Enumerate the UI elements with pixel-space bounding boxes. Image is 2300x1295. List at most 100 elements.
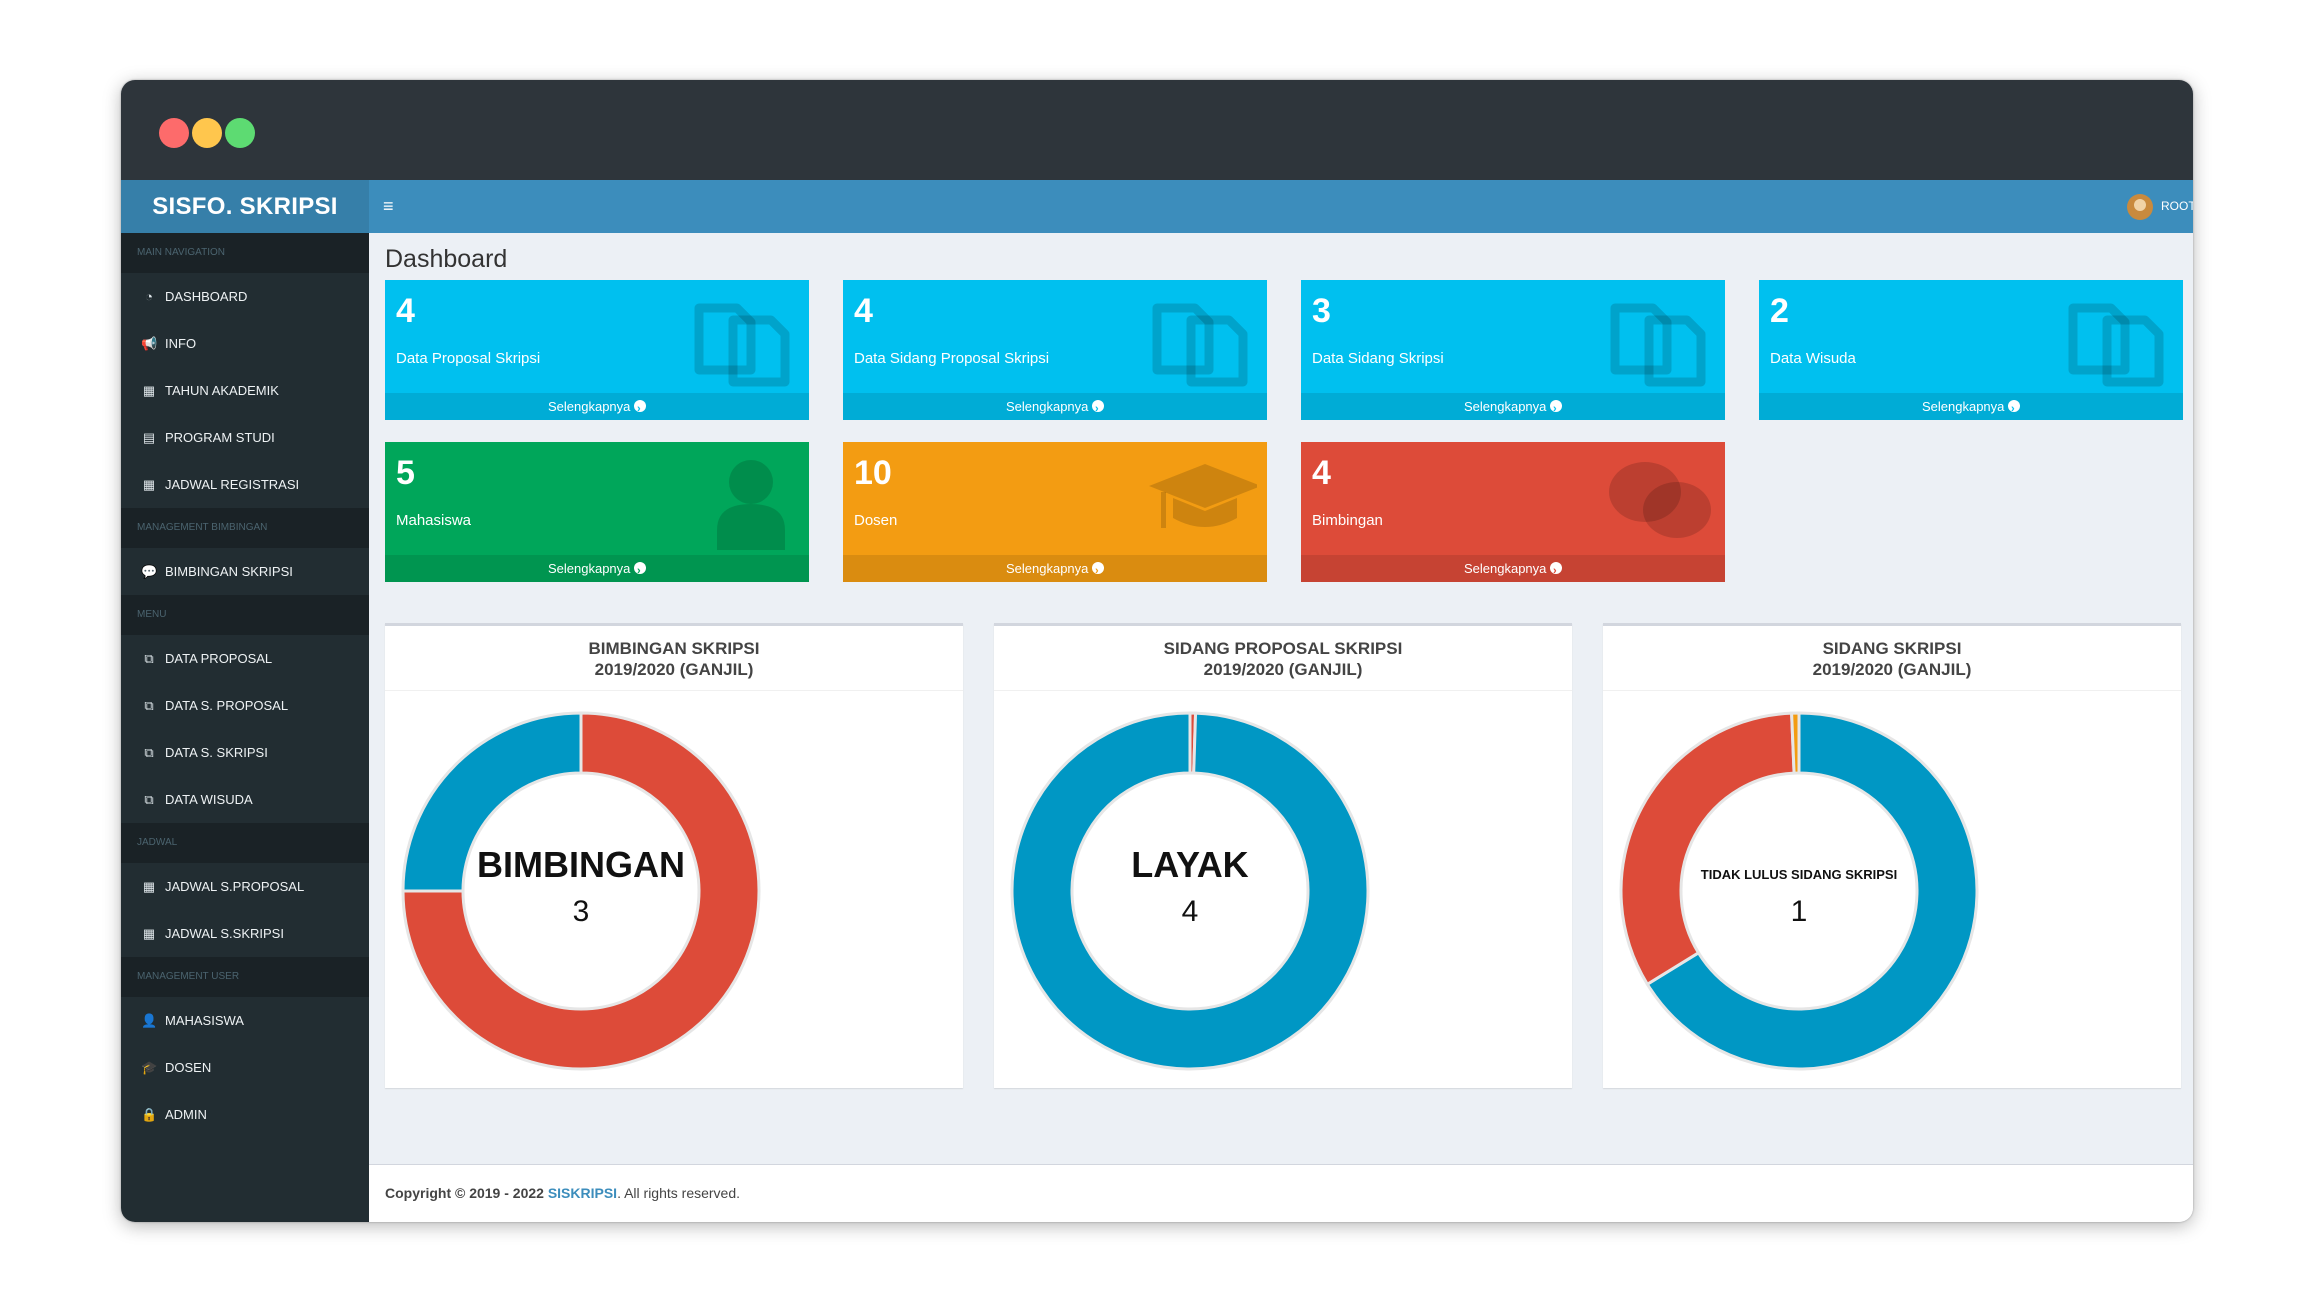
rights-text: . All rights reserved. — [617, 1185, 741, 1201]
page-title: Dashboard — [385, 245, 508, 273]
sidebar-item-data-wisuda[interactable]: ⧉ DATA WISUDA — [121, 776, 369, 823]
maximize-window-button[interactable] — [225, 118, 255, 148]
sidebar-item-label: INFO — [165, 336, 197, 351]
doughnut-hole — [1076, 777, 1304, 1005]
sidebar: SISFO. SKRIPSI MAIN NAVIGATION ◔ DASHBOARD… — [121, 180, 369, 1222]
sidebar-section-header: MAIN NAVIGATION — [121, 233, 369, 273]
sidebar-header-label: MENU — [137, 609, 167, 620]
stat-box-bimbingan: 4 Bimbingan Selengkapnya › — [1301, 442, 1725, 582]
calendar-icon: ▦ — [142, 879, 156, 894]
sidebar-item-admin[interactable]: 🔒 ADMIN — [121, 1091, 369, 1138]
stat-label: Dosen — [854, 512, 898, 529]
sidebar-item-label: JADWAL S.SKRIPSI — [165, 926, 284, 941]
sidebar-item-jadwal-s-proposal[interactable]: ▦ JADWAL S.PROPOSAL — [121, 863, 369, 910]
sidebar-item-label: JADWAL S.PROPOSAL — [165, 879, 305, 894]
chart-slice[interactable] — [1790, 711, 1801, 775]
sidebar-item-mahasiswa[interactable]: 👤 MAHASISWA — [121, 997, 369, 1044]
arrow-circle-right-icon: › — [1092, 400, 1105, 415]
footer-brand-link[interactable]: SISKRIPSI — [548, 1185, 617, 1201]
minimize-window-button[interactable] — [192, 118, 222, 148]
dashboard-icon: ◔ — [145, 289, 153, 304]
chart-center-label: LAYAK — [1131, 844, 1248, 885]
more-info-label: Selengkapnya — [547, 561, 631, 576]
more-info-link[interactable]: Selengkapnya › — [843, 555, 1267, 582]
stat-label: Data Proposal Skripsi — [396, 350, 541, 367]
chart-center-label: TIDAK LULUS SIDANG SKRIPSI — [1701, 867, 1897, 882]
more-info-link[interactable]: Selengkapnya › — [385, 555, 809, 582]
user-avatar[interactable] — [2127, 194, 2153, 220]
sidebar-item-jadwal-s-skripsi[interactable]: ▦ JADWAL S.SKRIPSI — [121, 910, 369, 957]
copy-icon: ⧉ — [144, 792, 154, 807]
sidebar-item-info[interactable]: 📢 INFO — [121, 320, 369, 367]
sidebar-item-label: PROGRAM STUDI — [165, 430, 275, 445]
list-icon: ▤ — [142, 430, 156, 445]
sidebar-item-label: JADWAL REGISTRASI — [165, 477, 300, 492]
sidebar-item-label: DATA WISUDA — [165, 792, 253, 807]
copy-icon: ⧉ — [144, 651, 154, 666]
stat-value: 3 — [1312, 292, 1331, 330]
close-window-button[interactable] — [159, 118, 189, 148]
more-info-label: Selengkapnya — [547, 399, 631, 414]
sidebar-item-tahun-akademik[interactable]: ▦ TAHUN AKADEMIK — [121, 367, 369, 414]
sidebar-item-data-s-proposal[interactable]: ⧉ DATA S. PROPOSAL — [121, 682, 369, 729]
copy-icon: ⧉ — [144, 698, 154, 713]
more-info-link[interactable]: Selengkapnya › — [1759, 393, 2183, 420]
user-name[interactable]: ROOT — [2161, 180, 2193, 233]
sidebar-section-header: MANAGEMENT USER — [121, 957, 369, 997]
copy-icon — [2063, 288, 2173, 388]
arrow-circle-right-icon: › — [2008, 400, 2021, 415]
more-info-label: Selengkapnya — [1463, 561, 1547, 576]
sidebar-header-label: MANAGEMENT BIMBINGAN — [137, 522, 268, 533]
sidebar-item-jadwal-registrasi[interactable]: ▦ JADWAL REGISTRASI — [121, 461, 369, 508]
sidebar-header-label: JADWAL — [137, 837, 178, 848]
stat-box-dosen: 10 Dosen Selengkapnya › — [843, 442, 1267, 582]
graduation-cap-icon — [1147, 450, 1261, 550]
chart-center-value: 4 — [1182, 895, 1199, 928]
chart-panel: BIMBINGAN SKRIPSI 2019/2020 (GANJIL) BIMBI… — [385, 623, 963, 1088]
graduation-cap-icon: 🎓 — [141, 1060, 158, 1075]
sidebar-item-data-proposal[interactable]: ⧉ DATA PROPOSAL — [121, 635, 369, 682]
stat-value: 4 — [396, 292, 415, 330]
doughnut-hole — [467, 777, 695, 1005]
sidebar-item-dosen[interactable]: 🎓 DOSEN — [121, 1044, 369, 1091]
doughnut-chart: BIMBINGAN 3 — [401, 711, 761, 1071]
stat-value: 5 — [396, 454, 415, 492]
sidebar-item-program-studi[interactable]: ▤ PROGRAM STUDI — [121, 414, 369, 461]
doughnut-chart: LAYAK 4 — [1010, 711, 1370, 1071]
sidebar-item-dashboard[interactable]: ◔ DASHBOARD — [121, 273, 369, 320]
stat-box-data-sidang-skripsi: 3 Data Sidang Skripsi Selengkapnya › — [1301, 280, 1725, 420]
chart-title: SIDANG SKRIPSI 2019/2020 (GANJIL) — [1603, 638, 2181, 680]
more-info-link[interactable]: Selengkapnya › — [385, 393, 809, 420]
brand-logo[interactable]: SISFO. SKRIPSI — [121, 180, 369, 233]
sidebar-item-bimbingan-skripsi[interactable]: 💬 BIMBINGAN SKRIPSI — [121, 548, 369, 595]
hamburger-menu-icon[interactable]: ≡ — [383, 180, 394, 233]
more-info-label: Selengkapnya — [1005, 399, 1089, 414]
sidebar-item-label: TAHUN AKADEMIK — [165, 383, 279, 398]
calendar-icon: ▦ — [142, 926, 156, 941]
more-info-label: Selengkapnya — [1921, 399, 2005, 414]
arrow-circle-right-icon: › — [1092, 562, 1105, 577]
window-titlebar — [121, 80, 2193, 180]
more-info-link[interactable]: Selengkapnya › — [843, 393, 1267, 420]
main-content: Dashboard 4 Data Proposal Skripsi Selengka… — [369, 233, 2193, 1164]
more-info-link[interactable]: Selengkapnya › — [1301, 555, 1725, 582]
chart-subtitle-line: 2019/2020 (GANJIL) — [1812, 660, 1972, 679]
stat-box-mahasiswa: 5 Mahasiswa Selengkapnya › — [385, 442, 809, 582]
chart-panel: SIDANG PROPOSAL SKRIPSI 2019/2020 (GANJIL… — [994, 623, 1572, 1088]
stat-box-data-wisuda: 2 Data Wisuda Selengkapnya › — [1759, 280, 2183, 420]
sidebar-item-label: DASHBOARD — [165, 289, 248, 304]
user-lock-icon: 🔒 — [141, 1107, 158, 1122]
chart-center-value: 1 — [1791, 895, 1808, 928]
calendar-icon: ▦ — [142, 383, 156, 398]
sidebar-section-header: MENU — [121, 595, 369, 635]
more-info-label: Selengkapnya — [1005, 561, 1089, 576]
chart-panel: SIDANG SKRIPSI 2019/2020 (GANJIL) TIDAK LU… — [1603, 623, 2181, 1088]
copy-icon — [689, 288, 799, 388]
sidebar-item-label: DATA PROPOSAL — [165, 651, 273, 666]
chart-center-value: 3 — [573, 895, 590, 928]
chart-title-line: SIDANG SKRIPSI — [1822, 639, 1962, 658]
stat-value: 4 — [1312, 454, 1331, 492]
comments-icon — [1605, 450, 1715, 550]
more-info-link[interactable]: Selengkapnya › — [1301, 393, 1725, 420]
sidebar-item-data-s-skripsi[interactable]: ⧉ DATA S. SKRIPSI — [121, 729, 369, 776]
